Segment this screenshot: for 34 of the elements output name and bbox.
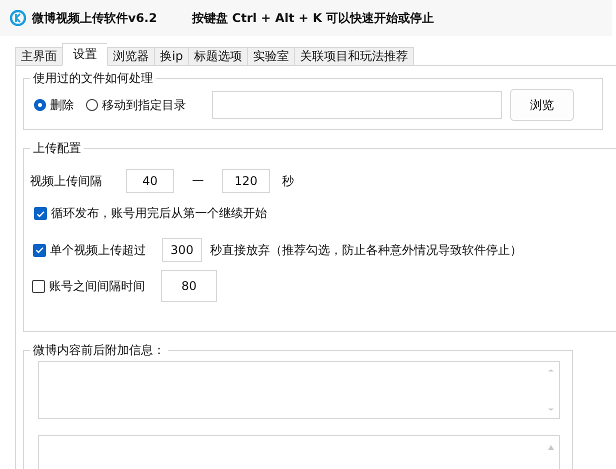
tab[interactable]: 换ip [154, 47, 188, 66]
radio-option[interactable]: 删除 [34, 96, 74, 114]
window-title: 微博视频上传软件v6.2 [32, 10, 158, 26]
tab[interactable]: 设置 [62, 43, 107, 66]
checkbox-label: 单个视频上传超过 [50, 242, 147, 258]
unit-label: 秒 [282, 172, 294, 190]
scrollbar-icon [547, 368, 555, 412]
checkbox-label: 循环发布，账号用完后从第一个继续开始 [51, 205, 267, 222]
tab[interactable]: 主界面 [15, 47, 62, 66]
option-description: 秒直接放弃（推荐勾选，防止各种意外情况导致软件停止） [210, 242, 522, 258]
group-title: 使用过的文件如何处理 [30, 70, 156, 87]
group-title: 微博内容前后附加信息： [30, 342, 168, 359]
tab[interactable]: 关联项目和玩法推荐 [294, 47, 414, 66]
number-field[interactable]: 300 [162, 238, 202, 262]
range-separator: 一 [191, 172, 205, 190]
tab[interactable]: 实验室 [246, 47, 294, 66]
number-field[interactable]: 80 [161, 270, 217, 302]
checkbox[interactable] [33, 244, 46, 256]
checkbox[interactable] [32, 280, 45, 292]
group-title: 上传配置 [30, 140, 84, 157]
checkbox-label: 账号之间间隔时间 [49, 278, 146, 294]
number-field[interactable]: 40 [126, 169, 174, 193]
radio-button[interactable] [34, 99, 46, 111]
radio-option[interactable]: 移动到指定目录 [86, 96, 186, 114]
logo-icon [10, 10, 26, 26]
directory-field[interactable] [212, 91, 502, 119]
browse-button[interactable]: 浏览 [510, 89, 574, 121]
checkbox[interactable] [34, 207, 47, 220]
tab[interactable]: 标题选项 [188, 47, 247, 66]
number-field[interactable]: 120 [222, 169, 270, 193]
radio-button[interactable] [86, 99, 98, 111]
interval-label: 视频上传间隔 [30, 172, 103, 190]
hotkey-hint: 按键盘 Ctrl + Alt + K 可以快速开始或停止 [192, 10, 434, 26]
tab[interactable]: 浏览器 [107, 47, 154, 66]
